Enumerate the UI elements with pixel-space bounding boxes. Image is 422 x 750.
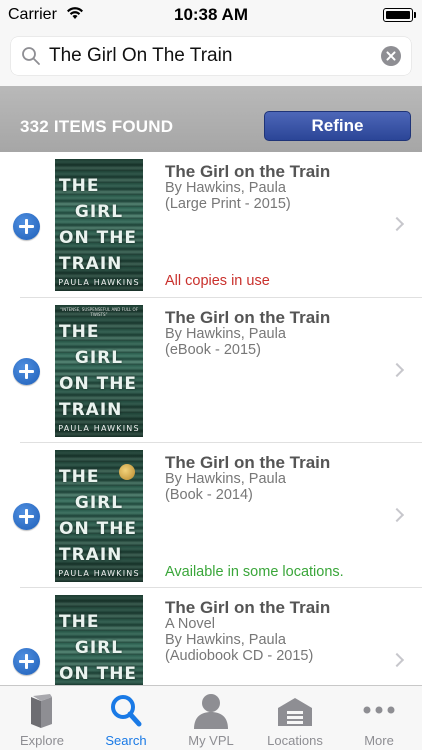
book-cover: “INTENSE, SUSPENSEFUL AND FULL OF TWISTS… (55, 305, 143, 437)
book-cover: THE GIRL ON THE TRAIN PAULA HAWKINS (55, 159, 143, 291)
add-to-list-icon[interactable] (13, 648, 40, 675)
refine-button[interactable]: Refine (264, 111, 411, 141)
chevron-right-icon (389, 362, 405, 378)
item-author: By Hawkins, Paula (165, 471, 286, 487)
search-field[interactable]: The Girl On The Train (11, 37, 411, 75)
item-author: By Hawkins, Paula (165, 180, 286, 196)
item-format: (Audiobook CD - 2015) (165, 648, 314, 664)
item-title: The Girl on the Train (165, 598, 331, 617)
result-item[interactable]: THE GIRL ON THE TRAIN PAULA HAWKINS The … (0, 443, 422, 588)
tab-search[interactable]: Search (84, 686, 168, 750)
tab-explore[interactable]: Explore (0, 686, 84, 750)
tab-bar: Explore Search My VPL Locations More (0, 685, 422, 750)
item-author: By Hawkins, Paula (165, 326, 286, 342)
clock: 10:38 AM (173, 5, 248, 24)
add-to-list-icon[interactable] (13, 503, 40, 530)
item-format: (Large Print - 2015) (165, 196, 291, 212)
add-to-list-icon[interactable] (13, 213, 40, 240)
results-header: 332 ITEMS FOUND Refine (0, 86, 422, 152)
results-count: 332 ITEMS FOUND (20, 117, 174, 136)
add-to-list-icon[interactable] (13, 358, 40, 385)
item-subtitle: A Novel (165, 616, 215, 632)
book-icon (0, 692, 84, 730)
battery-icon (383, 8, 416, 22)
result-item[interactable]: “INTENSE, SUSPENSEFUL AND FULL OF TWISTS… (0, 298, 422, 443)
library-building-icon (253, 692, 337, 730)
chevron-right-icon (389, 652, 405, 668)
availability-status: All copies in use (165, 273, 270, 289)
result-list: THE GIRL ON THE TRAIN PAULA HAWKINS The … (0, 152, 422, 685)
item-author: By Hawkins, Paula (165, 632, 286, 648)
book-cover: THE GIRL ON THE (55, 595, 143, 685)
item-format: (eBook - 2015) (165, 342, 261, 358)
tab-more[interactable]: More (337, 686, 421, 750)
tab-locations[interactable]: Locations (253, 686, 337, 750)
chevron-right-icon (389, 216, 405, 232)
book-cover: THE GIRL ON THE TRAIN PAULA HAWKINS (55, 450, 143, 582)
item-title: The Girl on the Train (165, 162, 331, 181)
tab-my-vpl[interactable]: My VPL (169, 686, 253, 750)
result-item[interactable]: THE GIRL ON THE TRAIN PAULA HAWKINS The … (0, 152, 422, 297)
item-title: The Girl on the Train (165, 308, 331, 327)
clear-search-icon[interactable] (381, 46, 401, 66)
search-icon (84, 692, 168, 730)
availability-status: Available in some locations. (165, 564, 344, 580)
result-item[interactable]: THE GIRL ON THE The Girl on the Train A … (0, 588, 422, 685)
chevron-right-icon (389, 507, 405, 523)
search-icon (21, 46, 41, 71)
item-format: (Book - 2014) (165, 487, 253, 503)
item-title: The Girl on the Train (165, 453, 331, 472)
person-icon (169, 692, 253, 730)
status-bar: Carrier 10:38 AM (0, 0, 422, 30)
more-dots-icon (337, 692, 421, 730)
search-bar: The Girl On The Train (0, 30, 422, 86)
search-input[interactable]: The Girl On The Train (49, 45, 232, 67)
